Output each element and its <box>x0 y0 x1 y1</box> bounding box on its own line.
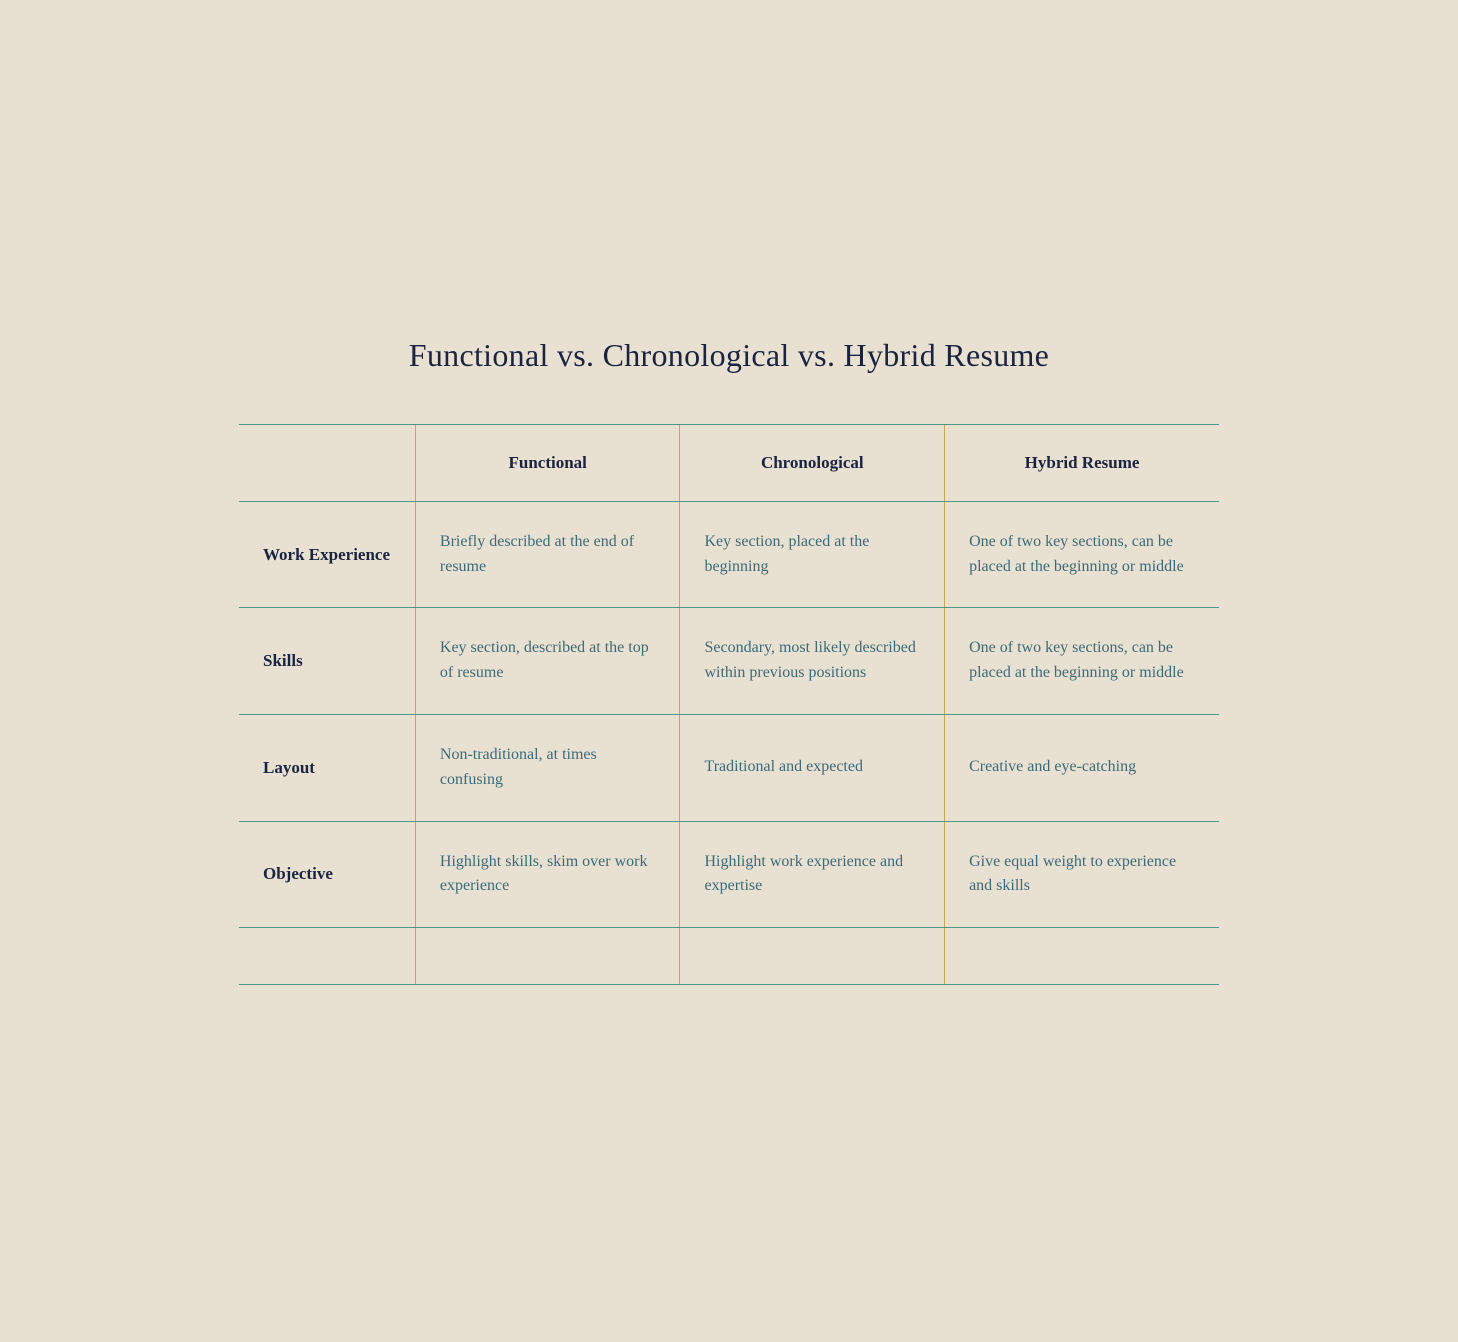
table-row: LayoutNon-traditional, at times confusin… <box>239 715 1219 822</box>
comparison-table: Functional Chronological Hybrid Resume W… <box>239 424 1219 985</box>
row-label-1: Skills <box>239 608 415 715</box>
table-row: SkillsKey section, described at the top … <box>239 608 1219 715</box>
header-label-col <box>239 424 415 501</box>
row-chronological-1: Secondary, most likely described within … <box>680 608 945 715</box>
row-chronological-3: Highlight work experience and expertise <box>680 821 945 928</box>
row-functional-1: Key section, described at the top of res… <box>415 608 680 715</box>
row-chronological-2: Traditional and expected <box>680 715 945 822</box>
table-row: ObjectiveHighlight skills, skim over wor… <box>239 821 1219 928</box>
row-functional-2: Non-traditional, at times confusing <box>415 715 680 822</box>
header-hybrid: Hybrid Resume <box>945 424 1219 501</box>
bottom-spacer-row <box>239 928 1219 985</box>
row-functional-0: Briefly described at the end of resume <box>415 501 680 608</box>
header-chronological: Chronological <box>680 424 945 501</box>
header-row: Functional Chronological Hybrid Resume <box>239 424 1219 501</box>
row-label-3: Objective <box>239 821 415 928</box>
row-hybrid-2: Creative and eye-catching <box>945 715 1219 822</box>
row-label-0: Work Experience <box>239 501 415 608</box>
row-hybrid-1: One of two key sections, can be placed a… <box>945 608 1219 715</box>
page-title: Functional vs. Chronological vs. Hybrid … <box>239 337 1219 374</box>
header-functional: Functional <box>415 424 680 501</box>
row-functional-3: Highlight skills, skim over work experie… <box>415 821 680 928</box>
table-row: Work ExperienceBriefly described at the … <box>239 501 1219 608</box>
row-label-2: Layout <box>239 715 415 822</box>
row-hybrid-3: Give equal weight to experience and skil… <box>945 821 1219 928</box>
row-chronological-0: Key section, placed at the beginning <box>680 501 945 608</box>
main-container: Functional vs. Chronological vs. Hybrid … <box>179 297 1279 1045</box>
row-hybrid-0: One of two key sections, can be placed a… <box>945 501 1219 608</box>
